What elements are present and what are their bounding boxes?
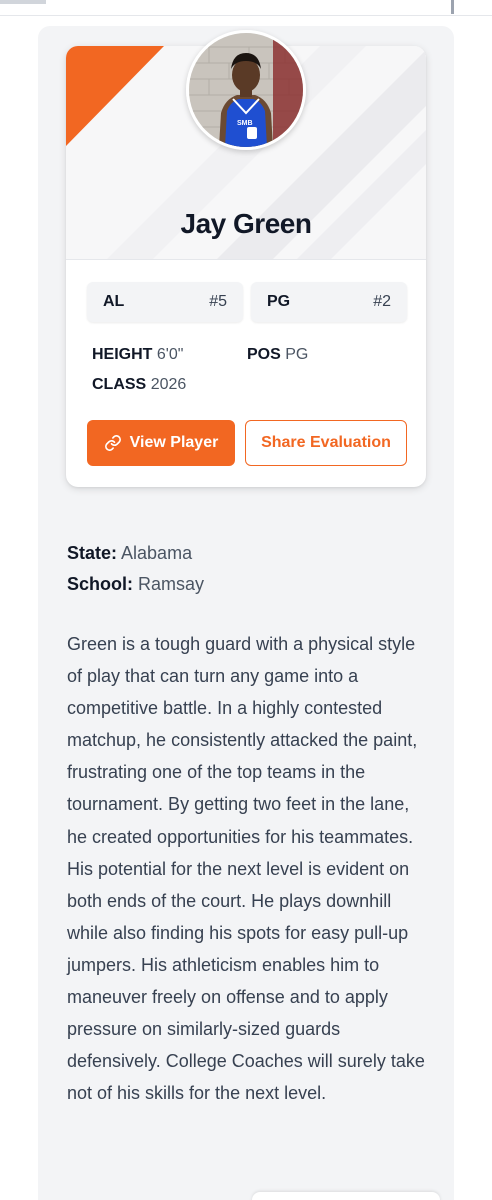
link-icon (104, 434, 122, 452)
position-abbr: PG (267, 293, 291, 310)
next-card-stub (252, 1192, 440, 1200)
view-player-button[interactable]: View Player (87, 420, 235, 466)
share-evaluation-button[interactable]: Share Evaluation (245, 420, 407, 466)
height-label: HEIGHT (92, 346, 153, 363)
player-avatar: SMB (186, 30, 306, 150)
pos-label: POS (247, 346, 281, 363)
pos-stat: POS PG (247, 346, 308, 364)
share-evaluation-label: Share Evaluation (261, 434, 391, 451)
view-player-label: View Player (129, 434, 219, 451)
state-detail-value: Alabama (121, 543, 193, 563)
pos-value: PG (285, 346, 309, 363)
height-value: 6'0" (156, 346, 184, 363)
state-abbr: AL (103, 293, 125, 310)
top-bar-edge (451, 0, 454, 14)
class-stat: CLASS 2026 (92, 376, 186, 394)
tab-stub (0, 0, 46, 4)
svg-text:SMB: SMB (237, 120, 253, 127)
class-value: 2026 (150, 376, 187, 393)
state-rank: #5 (209, 293, 227, 310)
browser-top-bar (0, 0, 492, 16)
school-detail: School: Ramsay (67, 574, 204, 595)
evaluation-text: Green is a tough guard with a physical s… (67, 634, 425, 1104)
height-stat: HEIGHT 6'0" (92, 346, 183, 364)
state-detail: State: Alabama (67, 543, 192, 564)
school-detail-value: Ramsay (138, 574, 205, 594)
class-label: CLASS (92, 376, 147, 393)
player-name: Jay Green (180, 208, 312, 239)
school-detail-label: School: (67, 574, 133, 594)
position-rank: #2 (373, 293, 391, 310)
state-detail-label: State: (67, 543, 118, 563)
position-rank-badge: PG #2 (251, 282, 407, 322)
state-rank-badge: AL #5 (87, 282, 243, 322)
